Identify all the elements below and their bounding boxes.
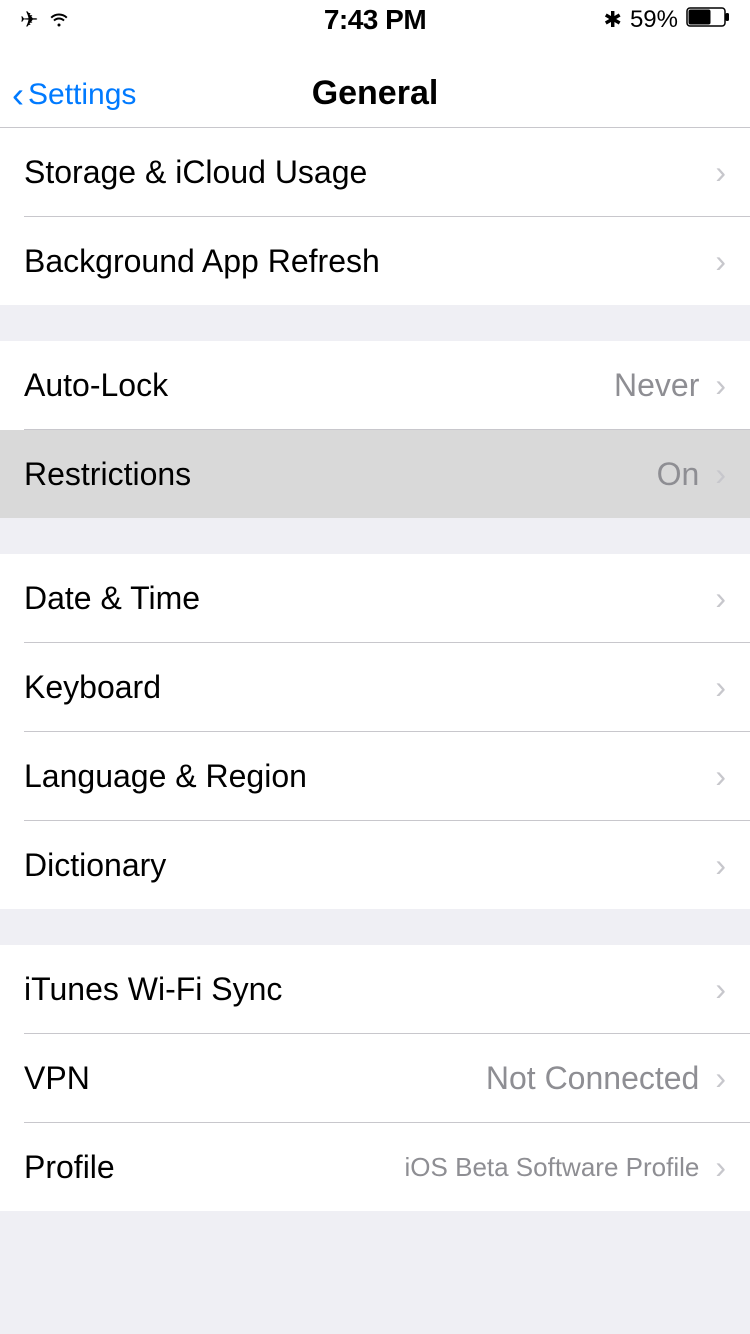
section-4: iTunes Wi-Fi Sync › VPN Not Connected › … bbox=[0, 945, 750, 1211]
section-3: Date & Time › Keyboard › Language & Regi… bbox=[0, 554, 750, 909]
section-2: Auto-Lock Never › Restrictions On › bbox=[0, 341, 750, 518]
itunes-wifi-sync-row[interactable]: iTunes Wi-Fi Sync › bbox=[0, 945, 750, 1033]
date-time-row[interactable]: Date & Time › bbox=[0, 554, 750, 642]
storage-row[interactable]: Storage & iCloud Usage › bbox=[0, 128, 750, 216]
airplane-mode-icon: ✈ bbox=[20, 7, 38, 33]
section-1: Storage & iCloud Usage › Background App … bbox=[0, 128, 750, 305]
dictionary-row[interactable]: Dictionary › bbox=[0, 821, 750, 909]
auto-lock-value: Never bbox=[614, 367, 699, 404]
chevron-right-icon: › bbox=[715, 154, 726, 191]
dictionary-label: Dictionary bbox=[24, 847, 715, 884]
chevron-right-icon: › bbox=[715, 1060, 726, 1097]
chevron-right-icon: › bbox=[715, 456, 726, 493]
status-bar-right: ✱ 59% bbox=[604, 6, 730, 35]
profile-row[interactable]: Profile iOS Beta Software Profile › bbox=[0, 1123, 750, 1211]
battery-icon bbox=[686, 6, 730, 35]
battery-percentage: 59% bbox=[630, 6, 678, 34]
chevron-right-icon: › bbox=[715, 580, 726, 617]
vpn-value: Not Connected bbox=[486, 1060, 699, 1097]
profile-value: iOS Beta Software Profile bbox=[405, 1152, 700, 1183]
auto-lock-row[interactable]: Auto-Lock Never › bbox=[0, 341, 750, 429]
keyboard-row[interactable]: Keyboard › bbox=[0, 643, 750, 731]
storage-label: Storage & iCloud Usage bbox=[24, 154, 715, 191]
restrictions-value: On bbox=[657, 456, 700, 493]
back-label: Settings bbox=[28, 78, 136, 112]
wifi-icon bbox=[48, 7, 70, 33]
section-separator-2 bbox=[0, 518, 750, 554]
section-separator-3 bbox=[0, 909, 750, 945]
nav-back-button[interactable]: ‹ Settings bbox=[0, 77, 136, 113]
keyboard-label: Keyboard bbox=[24, 669, 715, 706]
chevron-right-icon: › bbox=[715, 669, 726, 706]
chevron-right-icon: › bbox=[715, 1149, 726, 1186]
status-bar-time: 7:43 PM bbox=[324, 4, 426, 36]
status-bar-left: ✈ bbox=[20, 7, 70, 33]
chevron-right-icon: › bbox=[715, 847, 726, 884]
nav-bar: ‹ Settings General bbox=[0, 40, 750, 128]
status-bar: ✈ 7:43 PM ✱ 59% bbox=[0, 0, 750, 40]
itunes-wifi-sync-label: iTunes Wi-Fi Sync bbox=[24, 971, 715, 1008]
chevron-right-icon: › bbox=[715, 367, 726, 404]
vpn-label: VPN bbox=[24, 1060, 486, 1097]
language-region-row[interactable]: Language & Region › bbox=[0, 732, 750, 820]
vpn-row[interactable]: VPN Not Connected › bbox=[0, 1034, 750, 1122]
back-chevron-icon: ‹ bbox=[12, 77, 24, 113]
chevron-right-icon: › bbox=[715, 758, 726, 795]
section-separator-1 bbox=[0, 305, 750, 341]
bluetooth-icon: ✱ bbox=[604, 7, 622, 33]
language-region-label: Language & Region bbox=[24, 758, 715, 795]
restrictions-label: Restrictions bbox=[24, 456, 657, 493]
auto-lock-label: Auto-Lock bbox=[24, 367, 614, 404]
background-app-refresh-row[interactable]: Background App Refresh › bbox=[0, 217, 750, 305]
background-app-refresh-label: Background App Refresh bbox=[24, 243, 715, 280]
chevron-right-icon: › bbox=[715, 243, 726, 280]
profile-label: Profile bbox=[24, 1149, 405, 1186]
chevron-right-icon: › bbox=[715, 971, 726, 1008]
restrictions-row[interactable]: Restrictions On › bbox=[0, 430, 750, 518]
nav-title: General bbox=[312, 74, 439, 113]
date-time-label: Date & Time bbox=[24, 580, 715, 617]
